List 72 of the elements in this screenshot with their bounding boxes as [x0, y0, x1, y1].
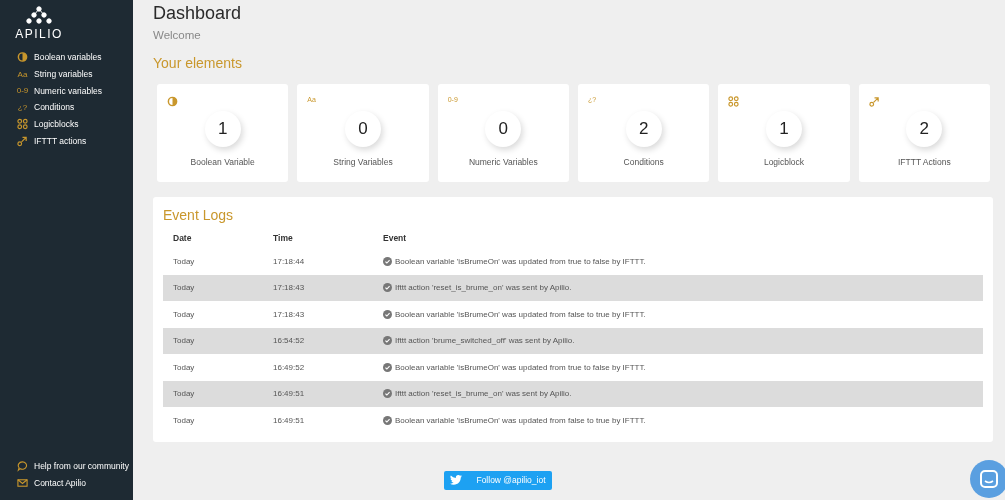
- card-label: Numeric Variables: [468, 157, 538, 167]
- table-cell: Ifttt action 'brume_switched_off' was sent by Apilio.: [395, 336, 575, 346]
- chat-icon: [979, 469, 999, 489]
- nodes-icon: [17, 118, 28, 131]
- table-cell: 16:49:51: [263, 407, 373, 434]
- count-badge: 2: [906, 111, 943, 147]
- card-label: String Variables: [333, 157, 393, 167]
- sidebar-item[interactable]: Contact Apilio: [0, 474, 133, 492]
- check-circle-icon: [383, 256, 392, 266]
- table-cell: Today: [163, 354, 263, 381]
- element-card[interactable]: 1 Logicblock: [718, 84, 850, 182]
- table-cell: 16:54:52: [263, 327, 373, 354]
- table-cell: 16:49:51: [263, 380, 373, 407]
- page-subtitle: Welcome: [153, 29, 202, 41]
- card-label: Logicblock: [763, 157, 805, 167]
- table-cell: Ifttt action 'reset_is_brume_on' was sent by Apilio.: [395, 389, 572, 399]
- table-cell-text: Today: [172, 255, 196, 268]
- check-circle-icon: [383, 336, 392, 346]
- table-cell: 17:18:43: [263, 301, 373, 328]
- table-cell: Boolean variable 'isBrumeOn' was updated from false to true by IFTTT.: [395, 309, 646, 319]
- count-badge: 1: [204, 111, 241, 147]
- table-cell: 17:18:43: [263, 274, 373, 301]
- logo-text: APILIO: [15, 27, 63, 41]
- count-badge: 0: [345, 111, 381, 147]
- icon-label: Aa: [17, 69, 28, 79]
- card-label: Boolean Variable: [190, 157, 255, 167]
- table-cell: Ifttt action 'reset_is_brume_on' was sent by Apilio.: [395, 283, 572, 293]
- check-circle-icon: [383, 362, 392, 372]
- card-title: Event Logs: [163, 207, 235, 223]
- count-badge: 2: [625, 111, 662, 147]
- bird-icon: [450, 475, 463, 485]
- sidebar-item[interactable]: Logicblocks: [0, 115, 133, 133]
- table-cell-text: 17:18:44: [272, 255, 306, 268]
- logo-icon: [26, 6, 52, 24]
- column-header: Time: [272, 232, 294, 245]
- column-header: Date: [172, 232, 193, 245]
- table-cell: Boolean variable 'isBrumeOn' was updated from true to false by IFTTT.: [395, 256, 646, 266]
- sidebar-item[interactable]: Aa String variables: [0, 65, 133, 83]
- element-card[interactable]: 2 IFTTT Actions: [858, 84, 990, 182]
- table-cell: Boolean variable 'isBrumeOn' was updated from false to true by IFTTT.: [395, 415, 646, 425]
- chat-launcher[interactable]: [970, 460, 1005, 498]
- table-cell: Today: [163, 327, 263, 354]
- table-cell: Today: [163, 274, 263, 301]
- icon-label: ¿?: [17, 102, 28, 112]
- section-title: Your elements: [153, 55, 243, 71]
- speech-bubble-icon: [17, 459, 28, 472]
- table-cell: 16:49:52: [263, 354, 373, 381]
- icon-label: 0-9: [16, 86, 29, 96]
- half-circle-icon: [17, 51, 28, 64]
- page-title: Dashboard: [153, 3, 243, 24]
- envelope-icon: [17, 477, 28, 490]
- check-circle-icon: [383, 415, 392, 425]
- sidebar-item[interactable]: Help from our community: [0, 457, 133, 475]
- table-cell: Today: [163, 301, 263, 328]
- element-card[interactable]: 1 Boolean Variable: [157, 84, 289, 182]
- sidebar-item[interactable]: ¿? Conditions: [0, 99, 133, 116]
- sidebar-item[interactable]: 0-9 Numeric variables: [0, 82, 133, 100]
- table-cell: Today: [163, 407, 263, 434]
- card-label: IFTTT Actions: [897, 157, 951, 167]
- count-badge: 1: [766, 111, 802, 147]
- card-label: Conditions: [623, 157, 664, 167]
- sidebar-item[interactable]: IFTTT actions: [0, 132, 133, 150]
- table-cell: Today: [163, 380, 263, 407]
- check-circle-icon: [383, 389, 392, 399]
- column-header: Event: [382, 232, 408, 245]
- check-circle-icon: [383, 283, 392, 293]
- table-cell: Boolean variable 'isBrumeOn' was updated from true to false by IFTTT.: [395, 362, 646, 372]
- sidebar-item[interactable]: Boolean variables: [0, 49, 133, 66]
- half-circle-icon: [167, 96, 178, 107]
- check-circle-icon: [383, 309, 392, 319]
- nodes-icon: [728, 96, 740, 107]
- count-badge: 0: [485, 111, 522, 147]
